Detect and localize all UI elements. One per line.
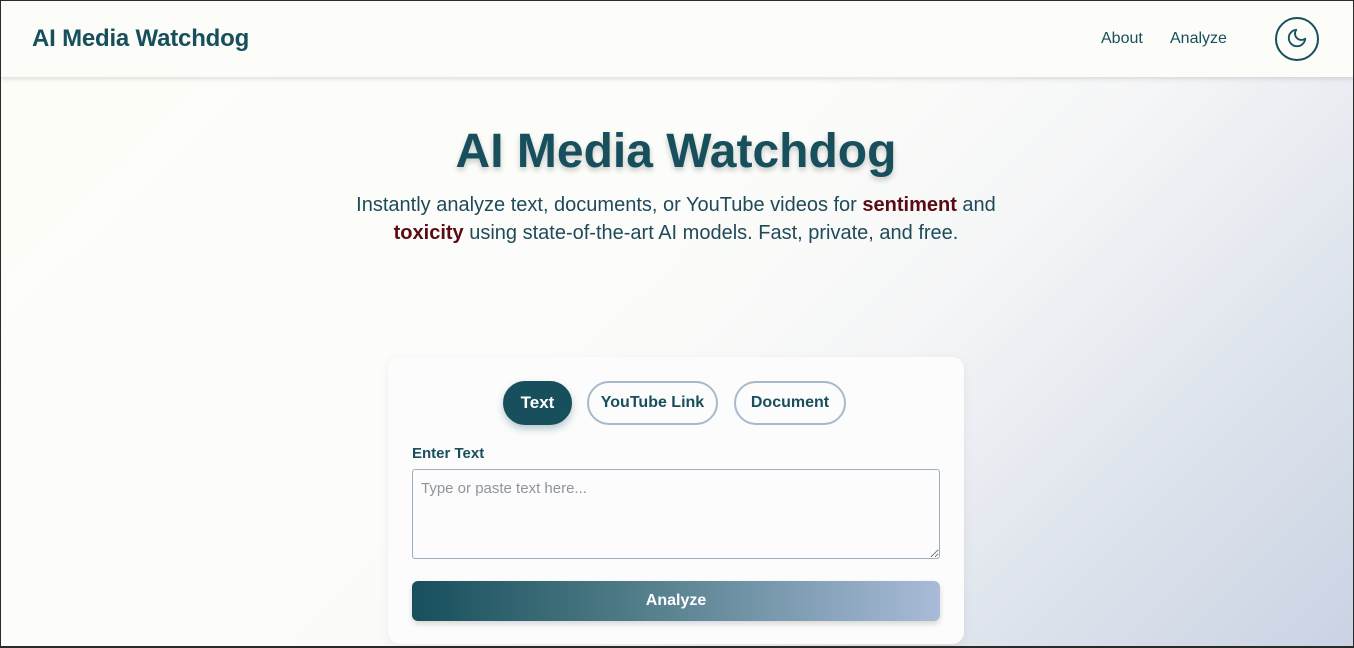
tab-text[interactable]: Text xyxy=(503,381,572,425)
analyze-button[interactable]: Analyze xyxy=(412,581,940,621)
hero-subtitle-text: and xyxy=(956,194,996,216)
text-input[interactable] xyxy=(412,469,940,559)
hero-keyword-sentiment: sentiment xyxy=(862,194,957,216)
tab-youtube-link[interactable]: YouTube Link xyxy=(587,381,718,425)
hero-subtitle-text: using state-of-the-art AI models. Fast, … xyxy=(463,222,959,244)
brand-logo[interactable]: AI Media Watchdog xyxy=(32,25,249,53)
hero-title: AI Media Watchdog xyxy=(455,125,897,178)
hero-keyword-toxicity: toxicity xyxy=(393,222,464,244)
analyze-card: Text YouTube Link Document Enter Text An… xyxy=(388,357,964,644)
nav-link-about[interactable]: About xyxy=(1101,30,1143,48)
nav-link-analyze[interactable]: Analyze xyxy=(1170,30,1227,48)
theme-toggle-button[interactable] xyxy=(1275,17,1319,61)
top-navbar: AI Media Watchdog About Analyze xyxy=(0,0,1354,77)
moon-icon xyxy=(1286,27,1308,52)
enter-text-label: Enter Text xyxy=(412,445,485,462)
hero-subtitle-text: Instantly analyze text, documents, or Yo… xyxy=(356,194,863,216)
hero-subtitle: Instantly analyze text, documents, or Yo… xyxy=(340,191,1012,247)
tab-document[interactable]: Document xyxy=(734,381,846,425)
